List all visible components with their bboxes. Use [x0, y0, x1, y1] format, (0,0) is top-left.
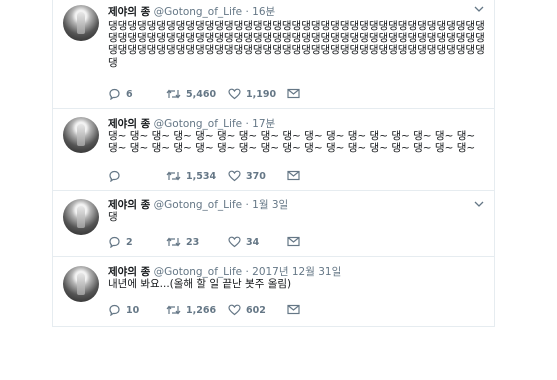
- dm-button[interactable]: [287, 236, 305, 247]
- retweet-icon: [166, 305, 181, 315]
- like-button[interactable]: 602: [228, 304, 266, 316]
- tweet-timeline: 제야의 종 @Gotong_of_Life · 16분 댕댕댕댕댕댕댕댕댕댕댕댕…: [52, 0, 495, 327]
- reply-button[interactable]: 6: [108, 88, 133, 100]
- tweet[interactable]: 제야의 종 @Gotong_of_Life · 16분 댕댕댕댕댕댕댕댕댕댕댕댕…: [53, 0, 494, 109]
- tweet-header: 제야의 종 @Gotong_of_Life · 17분: [108, 116, 275, 131]
- reply-count: 6: [126, 88, 133, 100]
- envelope-icon: [287, 170, 300, 181]
- tweet-text: 내년에 봐요...(올해 할 일 끝난 봇주 올림): [108, 278, 292, 290]
- separator: ·: [245, 118, 249, 130]
- reply-count: 2: [126, 236, 133, 248]
- envelope-icon: [287, 88, 300, 99]
- like-count: 370: [246, 170, 266, 182]
- tweet-text: 댕: [108, 211, 118, 223]
- retweet-button[interactable]: 5,460: [166, 88, 216, 100]
- envelope-icon: [287, 304, 300, 315]
- user-handle[interactable]: @Gotong_of_Life: [154, 266, 242, 278]
- reply-icon: [109, 88, 120, 100]
- heart-icon: [228, 304, 241, 316]
- tweet-header: 제야의 종 @Gotong_of_Life · 16분: [108, 4, 275, 19]
- tweet-header: 제야의 종 @Gotong_of_Life · 2017년 12월 31일: [108, 264, 341, 279]
- user-handle[interactable]: @Gotong_of_Life: [154, 199, 242, 211]
- envelope-icon: [287, 236, 300, 247]
- separator: ·: [245, 199, 249, 211]
- separator: ·: [245, 266, 249, 278]
- timestamp[interactable]: 17분: [252, 118, 275, 130]
- retweet-button[interactable]: 1,534: [166, 170, 216, 182]
- dm-button[interactable]: [287, 170, 305, 181]
- retweet-count: 5,460: [186, 88, 217, 100]
- chevron-down-icon[interactable]: [474, 5, 484, 16]
- like-count: 34: [246, 236, 260, 248]
- like-button[interactable]: 370: [228, 170, 266, 182]
- tweet[interactable]: 제야의 종 @Gotong_of_Life · 17분 댕~ 댕~ 댕~ 댕~ …: [53, 108, 494, 191]
- timestamp[interactable]: 1월 3일: [252, 199, 288, 211]
- chevron-down-icon[interactable]: [474, 200, 484, 211]
- display-name[interactable]: 제야의 종: [108, 6, 150, 18]
- reply-icon: [109, 236, 120, 248]
- retweet-count: 1,266: [186, 304, 217, 316]
- tweet-text: 댕댕댕댕댕댕댕댕댕댕댕댕댕댕댕댕댕댕댕댕댕댕댕댕댕댕댕댕댕댕댕댕댕댕댕댕댕댕댕댕…: [108, 20, 485, 69]
- like-button[interactable]: 34: [228, 236, 259, 248]
- like-button[interactable]: 1,190: [228, 88, 276, 100]
- timestamp[interactable]: 2017년 12월 31일: [252, 266, 341, 278]
- reply-icon: [109, 170, 120, 182]
- avatar[interactable]: [63, 5, 99, 41]
- timestamp[interactable]: 16분: [252, 6, 275, 18]
- tweet-header: 제야의 종 @Gotong_of_Life · 1월 3일: [108, 197, 288, 212]
- display-name[interactable]: 제야의 종: [108, 266, 150, 278]
- display-name[interactable]: 제야의 종: [108, 118, 150, 130]
- dm-button[interactable]: [287, 304, 305, 315]
- retweet-button[interactable]: 23: [166, 236, 199, 248]
- retweet-icon: [166, 237, 181, 247]
- separator: ·: [245, 6, 249, 18]
- tweet[interactable]: 제야의 종 @Gotong_of_Life · 2017년 12월 31일 내년…: [53, 256, 494, 326]
- heart-icon: [228, 236, 241, 248]
- avatar[interactable]: [63, 266, 99, 302]
- display-name[interactable]: 제야의 종: [108, 199, 150, 211]
- like-count: 602: [246, 304, 266, 316]
- retweet-icon: [166, 171, 181, 181]
- like-count: 1,190: [246, 88, 277, 100]
- user-handle[interactable]: @Gotong_of_Life: [154, 6, 242, 18]
- reply-icon: [109, 304, 120, 316]
- heart-icon: [228, 88, 241, 100]
- reply-button[interactable]: [108, 170, 126, 182]
- dm-button[interactable]: [287, 88, 305, 99]
- reply-button[interactable]: 10: [108, 304, 139, 316]
- retweet-button[interactable]: 1,266: [166, 304, 216, 316]
- reply-count: 10: [126, 304, 140, 316]
- retweet-count: 1,534: [186, 170, 217, 182]
- user-handle[interactable]: @Gotong_of_Life: [154, 118, 242, 130]
- reply-button[interactable]: 2: [108, 236, 133, 248]
- retweet-count: 23: [186, 236, 200, 248]
- tweet-text: 댕~ 댕~ 댕~ 댕~ 댕~ 댕~ 댕~ 댕~ 댕~ 댕~ 댕~ 댕~ 댕~ 댕…: [108, 130, 476, 155]
- tweet[interactable]: 제야의 종 @Gotong_of_Life · 1월 3일 댕 2 23 34: [53, 190, 494, 257]
- avatar[interactable]: [63, 117, 99, 153]
- retweet-icon: [166, 89, 181, 99]
- avatar[interactable]: [63, 199, 99, 235]
- heart-icon: [228, 170, 241, 182]
